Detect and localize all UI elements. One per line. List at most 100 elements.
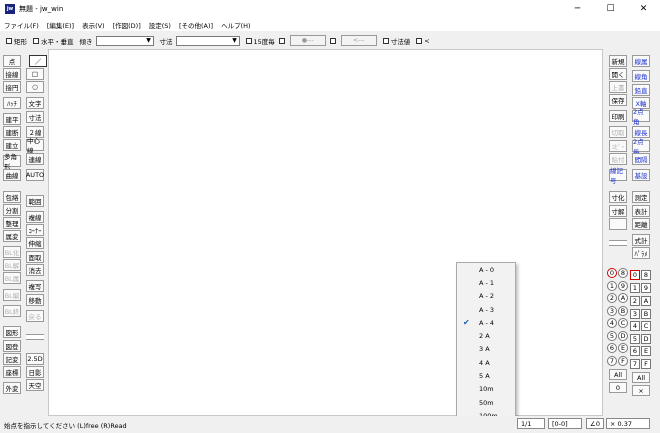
tool-arch-elevation[interactable]: 建立 xyxy=(3,139,21,151)
dim-make-button[interactable]: 寸化 xyxy=(609,191,627,203)
layer-9[interactable]: 9 xyxy=(641,283,651,293)
layer-c[interactable]: C xyxy=(641,321,651,331)
layer-5[interactable]: 5 xyxy=(630,334,640,344)
line-attr-button[interactable]: 線属 xyxy=(632,55,650,67)
interval-button[interactable]: 間隔 xyxy=(632,153,650,165)
arrow-line-button[interactable]: <--- xyxy=(340,35,377,46)
layer-group-all-button[interactable]: All xyxy=(609,369,627,380)
menu-help[interactable]: ヘルプ(H) xyxy=(217,20,254,30)
tool-erase[interactable]: 消去 xyxy=(26,264,44,276)
tool-arch-plan[interactable]: 建平 xyxy=(3,113,21,125)
menu-view[interactable]: 表示(V) xyxy=(78,20,109,30)
tool-figure[interactable]: 図形 xyxy=(3,326,21,338)
layer-a[interactable]: A xyxy=(641,296,651,306)
layer-3[interactable]: 3 xyxy=(630,309,640,319)
angle-indicator[interactable]: ∠0 xyxy=(586,418,604,429)
minimize-button[interactable]: ─ xyxy=(561,0,594,18)
tool-block-make[interactable]: BL化 xyxy=(3,246,21,258)
tool-block-attr[interactable]: BL属 xyxy=(3,272,21,284)
menu-other[interactable]: [その他(A)] xyxy=(175,20,217,30)
dropdown-item-2a[interactable]: 2 A xyxy=(457,329,515,342)
dropdown-item-3a[interactable]: 3 A xyxy=(457,343,515,356)
file-open-button[interactable]: 開く xyxy=(609,68,627,80)
distance-button[interactable]: 距離 xyxy=(632,218,650,230)
tool-envelope[interactable]: 包絡 xyxy=(3,191,21,203)
tool-line[interactable]: ／ xyxy=(29,55,47,67)
tool-range[interactable]: 範囲 xyxy=(26,195,44,207)
layer-6[interactable]: 6 xyxy=(630,346,640,356)
tool-tangent[interactable]: 接線 xyxy=(3,68,21,80)
tool-center-line[interactable]: 中心線 xyxy=(26,137,44,155)
layer-all-button[interactable]: All xyxy=(632,372,650,383)
tool-copy[interactable]: 複写 xyxy=(26,280,44,292)
file-save-button[interactable]: 保存 xyxy=(609,94,627,106)
tool-corner[interactable]: ｺｰﾅｰ xyxy=(26,224,44,236)
tool-shadow[interactable]: 日影 xyxy=(26,366,44,378)
layer-group-4[interactable]: 4 xyxy=(607,318,617,328)
menu-settings[interactable]: 設定(S) xyxy=(145,20,175,30)
tool-polygon[interactable]: 多角形 xyxy=(3,153,21,171)
tool-coordinates[interactable]: 座標 xyxy=(3,366,21,378)
tool-figure-register[interactable]: 図登 xyxy=(3,340,21,352)
layer-group-f[interactable]: F xyxy=(618,356,628,366)
layer-0[interactable]: 0 xyxy=(630,270,640,280)
layer-group-b[interactable]: B xyxy=(618,306,628,316)
line-symbol-button[interactable]: 線記号 xyxy=(609,167,627,185)
layer-1[interactable]: 1 xyxy=(630,283,640,293)
tool-curve[interactable]: 曲線 xyxy=(3,169,21,181)
tool-offset[interactable]: 複線 xyxy=(26,211,44,223)
tool-move[interactable]: 移動 xyxy=(26,294,44,306)
dropdown-item-a2[interactable]: A - 2 xyxy=(457,290,515,303)
close-button[interactable]: ✕ xyxy=(627,0,660,18)
tool-text[interactable]: 文字 xyxy=(26,97,44,109)
layer-d[interactable]: D xyxy=(641,334,651,344)
layer-group-2[interactable]: 2 xyxy=(607,293,617,303)
tool-hatch[interactable]: ﾊｯﾁ xyxy=(3,97,21,109)
dropdown-item-10m[interactable]: 10m xyxy=(457,383,515,396)
parametric-button[interactable]: ﾊﾟﾗﾒ xyxy=(632,247,650,259)
tool-dimension[interactable]: 寸法 xyxy=(26,111,44,123)
tool-auto[interactable]: AUTO xyxy=(26,169,44,181)
layer-group-e[interactable]: E xyxy=(618,343,628,353)
layer-group-8[interactable]: 8 xyxy=(618,268,628,278)
dropdown-item-a4[interactable]: ✔ A - 4 xyxy=(457,316,515,329)
tool-divide[interactable]: 分割 xyxy=(3,204,21,216)
zoom-indicator[interactable]: × 0.37 xyxy=(606,418,650,429)
drawing-canvas[interactable] xyxy=(48,49,603,416)
slope-select[interactable]: ▼ xyxy=(95,35,154,46)
layer-group-3[interactable]: 3 xyxy=(607,306,617,316)
layer-group-zero-button[interactable]: 0 xyxy=(609,382,627,393)
tool-point[interactable]: 点 xyxy=(3,55,21,67)
layer-8[interactable]: 8 xyxy=(641,270,651,280)
rect-checkbox[interactable]: 矩形 xyxy=(6,36,27,46)
cut-button[interactable]: 切取 xyxy=(609,126,627,138)
layer-group-1[interactable]: 1 xyxy=(607,281,617,291)
lt-checkbox[interactable]: < xyxy=(416,37,430,45)
tool-chamfer[interactable]: 面取 xyxy=(26,251,44,263)
menu-file[interactable]: ファイル(F) xyxy=(0,20,43,30)
scale-indicator[interactable]: 1/1 xyxy=(517,418,545,429)
layer-line-preview[interactable] xyxy=(609,240,627,246)
layer-e[interactable]: E xyxy=(641,346,651,356)
point-line-button[interactable]: ●--- xyxy=(289,35,326,46)
dimension-select[interactable]: ▼ xyxy=(175,35,240,46)
two-point-angle-button[interactable]: 2点角 xyxy=(632,108,650,126)
vertical-button[interactable]: 鉛直 xyxy=(632,84,650,96)
formula-calc-button[interactable]: 式計 xyxy=(632,234,650,246)
print-button[interactable]: 印刷 xyxy=(609,110,627,122)
tool-tangent-circle[interactable]: 接円 xyxy=(3,81,21,93)
tool-circle[interactable]: ○ xyxy=(26,81,44,93)
layer-4[interactable]: 4 xyxy=(630,321,640,331)
tool-external-change[interactable]: 外変 xyxy=(3,382,21,394)
copy-button[interactable]: ｺﾋﾟｰ xyxy=(609,140,627,152)
layer-7[interactable]: 7 xyxy=(630,359,640,369)
dropdown-item-5a[interactable]: 5 A xyxy=(457,369,515,382)
hv-checkbox[interactable]: 水平・垂直 xyxy=(33,36,74,46)
tool-connect-line[interactable]: 連線 xyxy=(26,153,44,165)
dropdown-item-4a[interactable]: 4 A xyxy=(457,356,515,369)
tool-block-edit[interactable]: BL編 xyxy=(3,289,21,301)
tool-symbol-change[interactable]: 記変 xyxy=(3,353,21,365)
two-point-length-button[interactable]: 2点長 xyxy=(632,138,650,156)
tool-undo[interactable]: 戻る xyxy=(26,310,44,322)
layer-b[interactable]: B xyxy=(641,309,651,319)
